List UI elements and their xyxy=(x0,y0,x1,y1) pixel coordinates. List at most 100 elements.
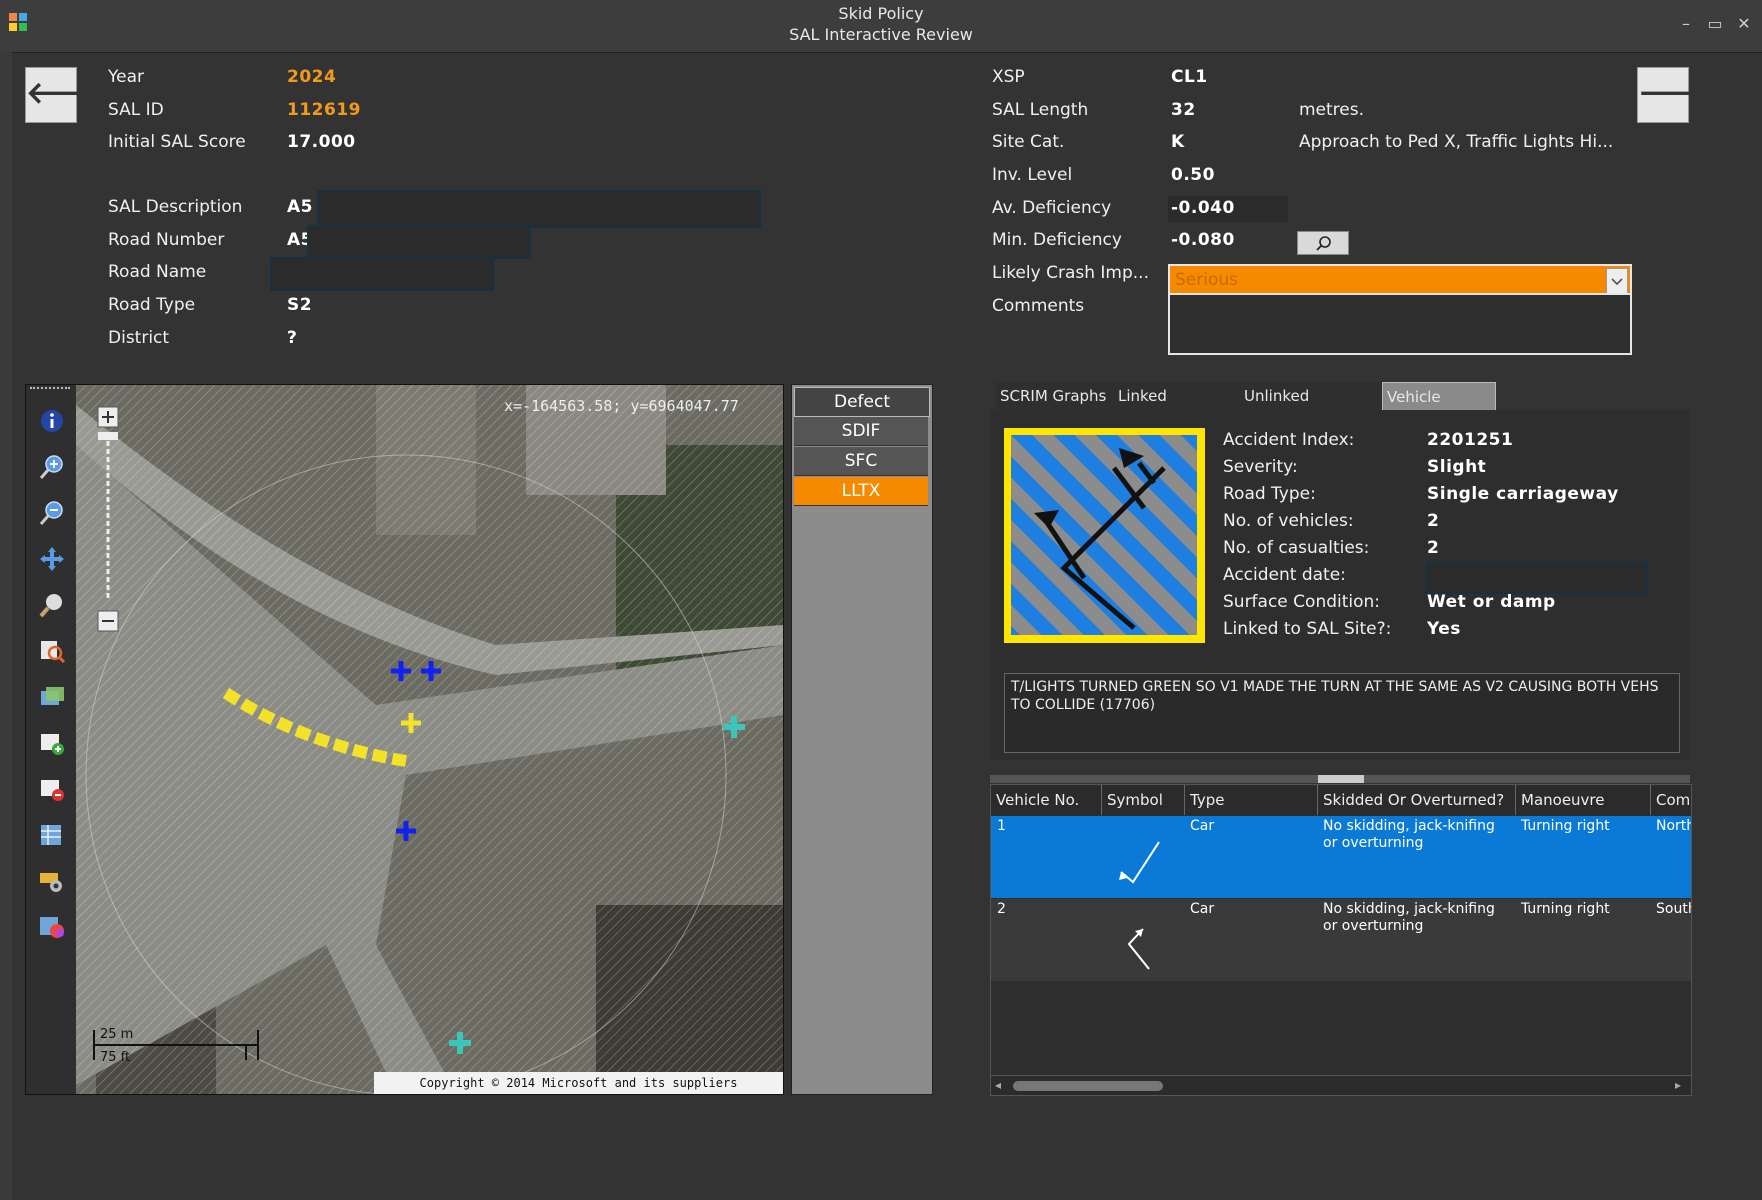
vehicle-no-cell: 2 xyxy=(997,901,1006,917)
linked-value: Yes xyxy=(1427,619,1461,639)
accident-date-label: Accident date: xyxy=(1223,565,1346,585)
comments-input[interactable] xyxy=(1168,293,1632,355)
col-skidded[interactable]: Skidded Or Overturned? xyxy=(1318,785,1516,815)
remove-layer-icon[interactable] xyxy=(38,775,66,803)
layers-icon[interactable] xyxy=(38,683,66,711)
map-toolbar xyxy=(26,385,76,1094)
linked-label: Linked to SAL Site?: xyxy=(1223,619,1392,639)
col-symbol[interactable]: Symbol xyxy=(1102,785,1185,815)
dropdown-button[interactable] xyxy=(1606,268,1628,294)
min-deficiency-value: -0.080 xyxy=(1171,230,1235,250)
site-cat-label: Site Cat. xyxy=(992,132,1065,152)
road-number-redaction xyxy=(307,225,531,259)
vehicle-symbol-icon xyxy=(1127,928,1150,970)
layer-item-sfc[interactable]: SFC xyxy=(794,447,928,476)
tab-linked-accidents[interactable]: Linked Accidents xyxy=(1114,382,1244,433)
min-deficiency-label: Min. Deficiency xyxy=(992,230,1122,250)
search-icon xyxy=(1316,236,1331,251)
aerial-map[interactable] xyxy=(76,385,783,1094)
arrow-left-icon: 🡐 xyxy=(26,76,107,111)
salid-value: 112619 xyxy=(287,100,361,120)
sal-length-value: 32 xyxy=(1171,100,1196,120)
pan-icon[interactable] xyxy=(38,545,66,573)
crash-impact-label: Likely Crash Imp... xyxy=(992,263,1149,283)
table-icon[interactable] xyxy=(38,821,66,849)
site-cat-description: Approach to Ped X, Traffic Lights Hi... xyxy=(1299,132,1614,152)
theme-icon[interactable] xyxy=(38,913,66,941)
col-manoeuvre[interactable]: Manoeuvre xyxy=(1516,785,1651,815)
maximize-icon[interactable]: ▭ xyxy=(1705,14,1725,34)
description-label: SAL Description xyxy=(108,197,243,217)
tab-vehicle-details[interactable]: Vehicle Details xyxy=(1382,382,1496,434)
direction-cell: North xyxy=(1656,818,1691,834)
splitter-handle[interactable] xyxy=(1318,775,1364,783)
layer-item-defect[interactable]: Defect xyxy=(794,387,930,417)
accident-road-type-label: Road Type: xyxy=(1223,484,1316,504)
vehicle-symbol-icon xyxy=(1119,841,1160,884)
site-cat-value: K xyxy=(1171,132,1185,152)
district-value: ? xyxy=(287,328,298,348)
year-value: 2024 xyxy=(287,67,337,87)
table-row[interactable]: 2 Car No skidding, jack-knifing or overt… xyxy=(991,899,1691,981)
horizontal-scrollbar[interactable]: ◂ ▸ xyxy=(991,1075,1691,1095)
accident-date-value xyxy=(1426,562,1648,594)
road-type-value: S2 xyxy=(287,295,313,315)
tab-scrim-graphs[interactable]: SCRIM Graphs xyxy=(996,382,1120,410)
close-icon[interactable]: ✕ xyxy=(1734,14,1754,34)
vehicles-label: No. of vehicles: xyxy=(1223,511,1354,531)
settings-icon[interactable] xyxy=(38,867,66,895)
minimize-icon[interactable]: – xyxy=(1676,14,1696,34)
splitter[interactable] xyxy=(990,775,1690,783)
arrow-right-icon: 🡒 xyxy=(1638,76,1719,111)
road-name-field xyxy=(270,257,494,291)
map-panel[interactable]: x=-164563.58; y=6964047.77 25 m 75 ft Co… xyxy=(25,384,784,1095)
add-layer-icon[interactable] xyxy=(38,729,66,757)
vehicles-value: 2 xyxy=(1427,511,1440,531)
road-number-label: Road Number xyxy=(108,230,225,250)
zoom-out-icon[interactable] xyxy=(38,499,66,527)
sal-length-unit: metres. xyxy=(1299,100,1365,120)
accident-index-value: 2201251 xyxy=(1427,430,1514,450)
vehicle-type-cell: Car xyxy=(1190,901,1215,917)
scroll-right-icon[interactable]: ▸ xyxy=(1675,1078,1681,1092)
layer-list: Defect SDIF SFC LLTX xyxy=(791,384,933,1095)
accident-symbol-icon xyxy=(1004,428,1205,643)
zoom-in-icon[interactable] xyxy=(38,453,66,481)
col-type[interactable]: Type xyxy=(1185,785,1318,815)
layer-item-lltx[interactable]: LLTX xyxy=(794,477,928,506)
year-label: Year xyxy=(108,67,144,87)
skidded-cell: No skidding, jack-knifing or overturning xyxy=(1323,901,1495,934)
info-icon[interactable] xyxy=(38,407,66,435)
previous-button[interactable]: 🡐 xyxy=(25,67,106,123)
inv-level-value: 0.50 xyxy=(1171,165,1215,185)
next-button[interactable]: 🡒 xyxy=(1637,67,1718,123)
tab-unlinked-accidents[interactable]: Unlinked Accidents xyxy=(1240,382,1384,433)
col-direction[interactable]: Comi xyxy=(1651,785,1691,815)
xsp-label: XSP xyxy=(992,67,1025,87)
zoom-window-icon[interactable] xyxy=(38,591,66,619)
window-title: Skid Policy xyxy=(838,4,924,23)
table-row[interactable]: 1 Car No skidding, jack-knifing or overt… xyxy=(991,816,1691,898)
window-subtitle: SAL Interactive Review xyxy=(789,25,973,44)
layer-item-sdif[interactable]: SDIF xyxy=(794,417,928,446)
map-copyright: Copyright © 2014 Microsoft and its suppl… xyxy=(374,1072,783,1094)
salid-label: SAL ID xyxy=(108,100,164,120)
surface-value: Wet or damp xyxy=(1427,592,1556,612)
score-value: 17.000 xyxy=(287,132,356,152)
scrollbar-thumb[interactable] xyxy=(1013,1081,1163,1091)
scale-meters: 25 m xyxy=(100,1027,134,1042)
comments-label: Comments xyxy=(992,296,1085,316)
casualties-label: No. of casualties: xyxy=(1223,538,1370,558)
road-name-label: Road Name xyxy=(108,262,207,282)
av-deficiency-value: -0.040 xyxy=(1171,198,1235,218)
scroll-left-icon[interactable]: ◂ xyxy=(995,1078,1001,1092)
av-deficiency-label: Av. Deficiency xyxy=(992,198,1112,218)
search-button[interactable] xyxy=(1297,231,1349,255)
chevron-down-icon xyxy=(1611,278,1623,286)
scale-feet: 75 ft xyxy=(100,1050,131,1065)
surface-label: Surface Condition: xyxy=(1223,592,1381,612)
find-icon[interactable] xyxy=(38,637,66,665)
direction-cell: South xyxy=(1656,901,1691,917)
vehicle-details-panel: Accident Index: 2201251 Severity: Slight… xyxy=(990,410,1690,760)
col-vehicle-no[interactable]: Vehicle No. xyxy=(991,785,1102,815)
